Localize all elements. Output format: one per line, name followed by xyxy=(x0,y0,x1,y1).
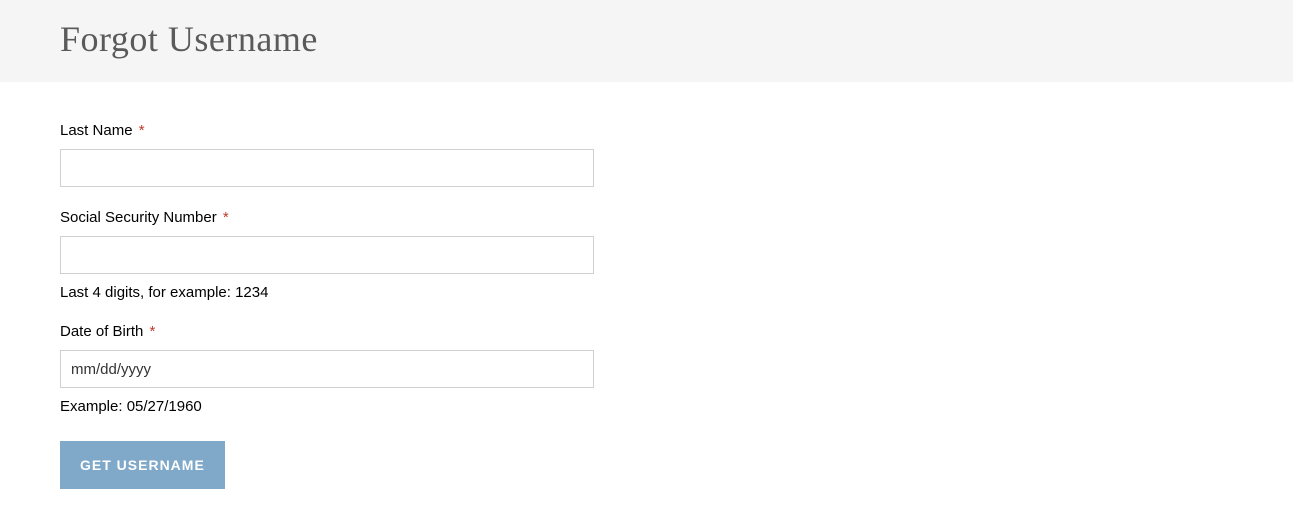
last-name-label-text: Last Name xyxy=(60,122,133,139)
dob-label-text: Date of Birth xyxy=(60,323,143,340)
ssn-help-text: Last 4 digits, for example: 1234 xyxy=(60,284,1233,301)
forgot-username-form: Last Name * Social Security Number * Las… xyxy=(0,82,1293,519)
ssn-group: Social Security Number * Last 4 digits, … xyxy=(60,209,1233,301)
last-name-group: Last Name * xyxy=(60,122,1233,187)
get-username-button[interactable]: GET USERNAME xyxy=(60,441,225,489)
dob-group: Date of Birth * Example: 05/27/1960 xyxy=(60,323,1233,415)
dob-label: Date of Birth * xyxy=(60,323,1233,340)
dob-input[interactable] xyxy=(60,350,594,388)
last-name-input[interactable] xyxy=(60,149,594,187)
ssn-input[interactable] xyxy=(60,236,594,274)
ssn-label: Social Security Number * xyxy=(60,209,1233,226)
last-name-label: Last Name * xyxy=(60,122,1233,139)
dob-help-text: Example: 05/27/1960 xyxy=(60,398,1233,415)
ssn-label-text: Social Security Number xyxy=(60,209,217,226)
page-header: Forgot Username xyxy=(0,0,1293,82)
required-asterisk: * xyxy=(223,209,229,226)
page-title: Forgot Username xyxy=(60,18,1233,60)
required-asterisk: * xyxy=(139,122,145,139)
required-asterisk: * xyxy=(150,323,156,340)
